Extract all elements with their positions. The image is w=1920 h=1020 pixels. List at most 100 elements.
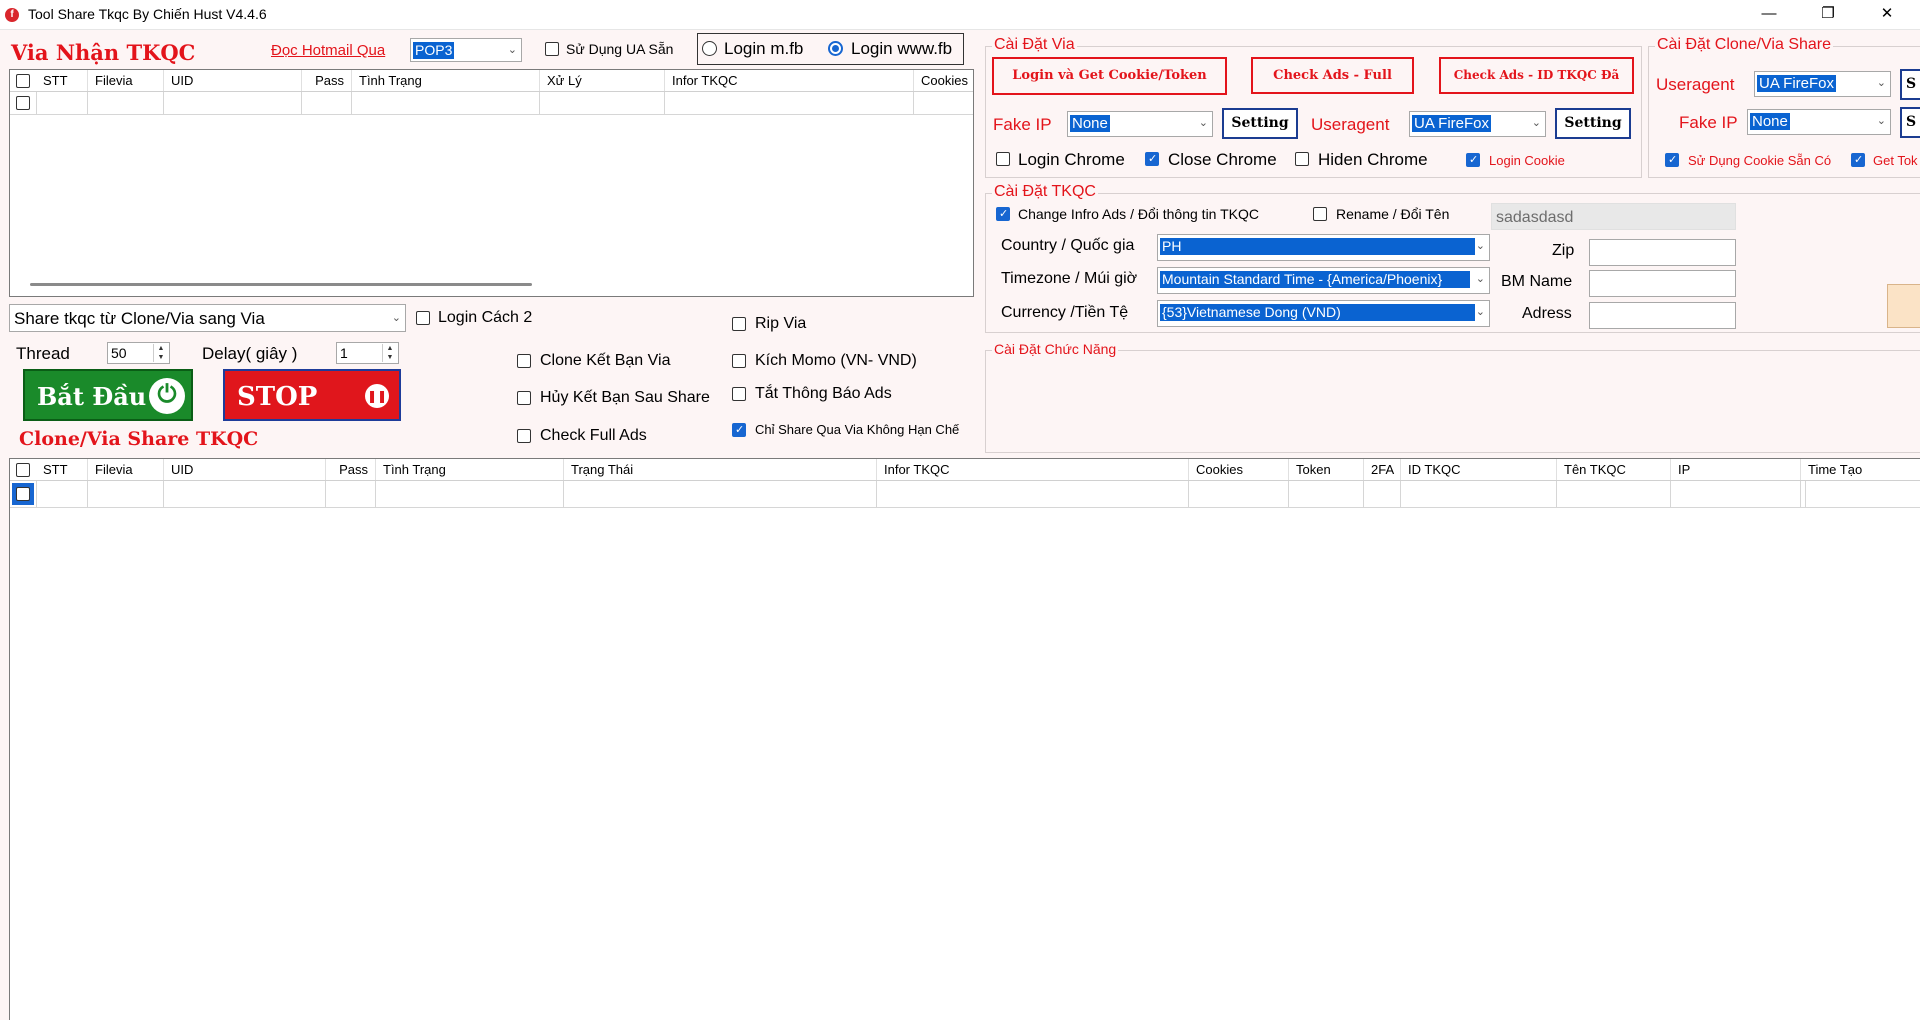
share-col-id-tkqc[interactable]: ID TKQC [1401, 459, 1557, 480]
chevron-down-icon: ⌄ [1475, 240, 1485, 252]
via-fake-ip-select[interactable]: None ⌄ [1067, 111, 1213, 137]
clone-fake-ip-setting-button[interactable]: S [1900, 107, 1920, 138]
share-col-filevia[interactable]: Filevia [88, 459, 164, 480]
check-ads-id-button[interactable]: Check Ads - ID TKQC Đã [1439, 57, 1634, 94]
table-row[interactable] [10, 481, 1920, 508]
via-useragent-setting-button[interactable]: Setting [1555, 108, 1631, 139]
country-select[interactable]: PH ⌄ [1157, 234, 1490, 261]
change-info-checkbox[interactable] [996, 207, 1010, 221]
thread-spinner[interactable]: 50 ▲ ▼ [107, 342, 170, 364]
start-button[interactable]: Bắt Đầu ⏻ [23, 369, 193, 421]
login-cach2-checkbox[interactable] [416, 311, 430, 325]
address-input[interactable] [1589, 302, 1736, 329]
zip-input[interactable] [1589, 239, 1736, 266]
table-row[interactable] [10, 92, 973, 115]
share-col-uid[interactable]: UID [164, 459, 326, 480]
check-full-ads-label: Check Full Ads [540, 427, 647, 444]
clone-useragent-setting-button[interactable]: S [1900, 69, 1920, 100]
row-cell [36, 481, 88, 507]
read-hotmail-link[interactable]: Đọc Hotmail Qua [271, 42, 385, 59]
login-mfb-radio[interactable] [702, 41, 717, 56]
use-cookie-checkbox[interactable] [1665, 153, 1679, 167]
login-cookie-label: Login Cookie [1489, 153, 1565, 168]
currency-value: {53}Vietnamese Dong (VND) [1160, 304, 1475, 321]
via-col-pass[interactable]: Pass [302, 70, 352, 91]
check-full-ads-checkbox[interactable] [517, 429, 531, 443]
via-useragent-select[interactable]: UA FireFox ⌄ [1409, 111, 1546, 137]
thread-value: 50 [111, 345, 127, 361]
close-chrome-checkbox[interactable] [1145, 152, 1159, 166]
share-col-tinh-trang[interactable]: Tình Trạng [376, 459, 564, 480]
share-grid[interactable]: STT Filevia UID Pass Tình Trạng Trạng Th… [9, 458, 1920, 1020]
hiden-chrome-checkbox[interactable] [1295, 152, 1309, 166]
via-col-tinh-trang[interactable]: Tình Trạng [352, 70, 540, 91]
use-ua-checkbox[interactable] [545, 42, 559, 56]
row-checkbox[interactable] [16, 487, 30, 501]
row-cell [164, 92, 302, 114]
kich-momo-checkbox[interactable] [732, 354, 746, 368]
share-col-cookies[interactable]: Cookies [1189, 459, 1289, 480]
via-fake-ip-setting-button[interactable]: Setting [1222, 108, 1298, 139]
tat-thong-bao-checkbox[interactable] [732, 387, 746, 401]
login-wwwfb-radio[interactable] [828, 41, 843, 56]
rename-label: Rename / Đổi Tên [1336, 206, 1450, 222]
row-cell [88, 481, 164, 507]
rename-checkbox[interactable] [1313, 207, 1327, 221]
share-col-stt[interactable]: STT [36, 459, 88, 480]
share-col-infor-tkqc[interactable]: Infor TKQC [877, 459, 1189, 480]
close-button[interactable]: ✕ [1864, 0, 1910, 30]
restore-button[interactable]: ❐ [1805, 0, 1851, 30]
get-token-checkbox[interactable] [1851, 153, 1865, 167]
share-col-token[interactable]: Token [1289, 459, 1364, 480]
via-col-filevia[interactable]: Filevia [88, 70, 164, 91]
share-col-pass[interactable]: Pass [326, 459, 376, 480]
clone-useragent-label: Useragent [1656, 75, 1735, 94]
share-col-time-tao[interactable]: Time Tạo [1801, 459, 1920, 480]
apply-button[interactable] [1887, 284, 1920, 328]
rename-input[interactable]: sadasdasd [1491, 203, 1736, 230]
horizontal-scrollbar[interactable] [30, 283, 532, 286]
delay-spinner[interactable]: 1 ▲ ▼ [336, 342, 399, 364]
chi-share-checkbox[interactable] [732, 423, 746, 437]
via-col-xu-ly[interactable]: Xử Lý [540, 70, 665, 91]
protocol-select[interactable]: POP3 ⌄ [410, 38, 522, 62]
check-ads-full-button[interactable]: Check Ads - Full [1251, 57, 1414, 94]
login-get-cookie-button[interactable]: Login và Get Cookie/Token [992, 57, 1227, 95]
via-col-cookies[interactable]: Cookies [914, 70, 974, 91]
via-grid[interactable]: STT Filevia UID Pass Tình Trạng Xử Lý In… [9, 69, 974, 297]
spinner-arrows-icon[interactable]: ▲ ▼ [382, 344, 397, 362]
stop-button[interactable]: STOP ❚❚ [223, 369, 401, 421]
row-checkbox[interactable] [16, 96, 30, 110]
rip-via-checkbox[interactable] [732, 317, 746, 331]
row-selector[interactable] [12, 483, 34, 505]
login-cookie-checkbox[interactable] [1466, 153, 1480, 167]
row-cell [1189, 481, 1289, 507]
via-col-uid[interactable]: UID [164, 70, 302, 91]
via-col-infor-tkqc[interactable]: Infor TKQC [665, 70, 914, 91]
mode-select[interactable]: Share tkqc từ Clone/Via sang Via ⌄ [9, 304, 406, 332]
login-chrome-checkbox[interactable] [996, 152, 1010, 166]
login-chrome-label: Login Chrome [1018, 150, 1125, 169]
huy-ket-ban-checkbox[interactable] [517, 391, 531, 405]
currency-select[interactable]: {53}Vietnamese Dong (VND) ⌄ [1157, 300, 1490, 327]
share-col-2fa[interactable]: 2FA [1364, 459, 1401, 480]
chevron-down-icon: ⌄ [1876, 115, 1886, 127]
via-col-stt[interactable]: STT [36, 70, 88, 91]
share-col-ten-tkqc[interactable]: Tên TKQC [1557, 459, 1671, 480]
close-chrome-label: Close Chrome [1168, 150, 1277, 169]
spinner-arrows-icon[interactable]: ▲ ▼ [153, 344, 168, 362]
rename-input-value: sadasdasd [1496, 209, 1574, 226]
clone-fake-ip-select[interactable]: None ⌄ [1747, 109, 1891, 135]
via-select-all-checkbox[interactable] [16, 74, 30, 88]
kich-momo-label: Kích Momo (VN- VND) [755, 352, 917, 369]
share-select-all-checkbox[interactable] [16, 463, 30, 477]
row-cell [1671, 481, 1801, 507]
share-col-ip[interactable]: IP [1671, 459, 1801, 480]
timezone-select[interactable]: Mountain Standard Time - {America/Phoeni… [1157, 267, 1490, 294]
clone-useragent-select[interactable]: UA FireFox ⌄ [1754, 71, 1891, 97]
clone-ket-ban-via-checkbox[interactable] [517, 354, 531, 368]
row-cell [326, 481, 376, 507]
share-col-trang-thai[interactable]: Trạng Thái [564, 459, 877, 480]
minimize-button[interactable]: — [1746, 0, 1792, 30]
bm-name-input[interactable] [1589, 270, 1736, 297]
